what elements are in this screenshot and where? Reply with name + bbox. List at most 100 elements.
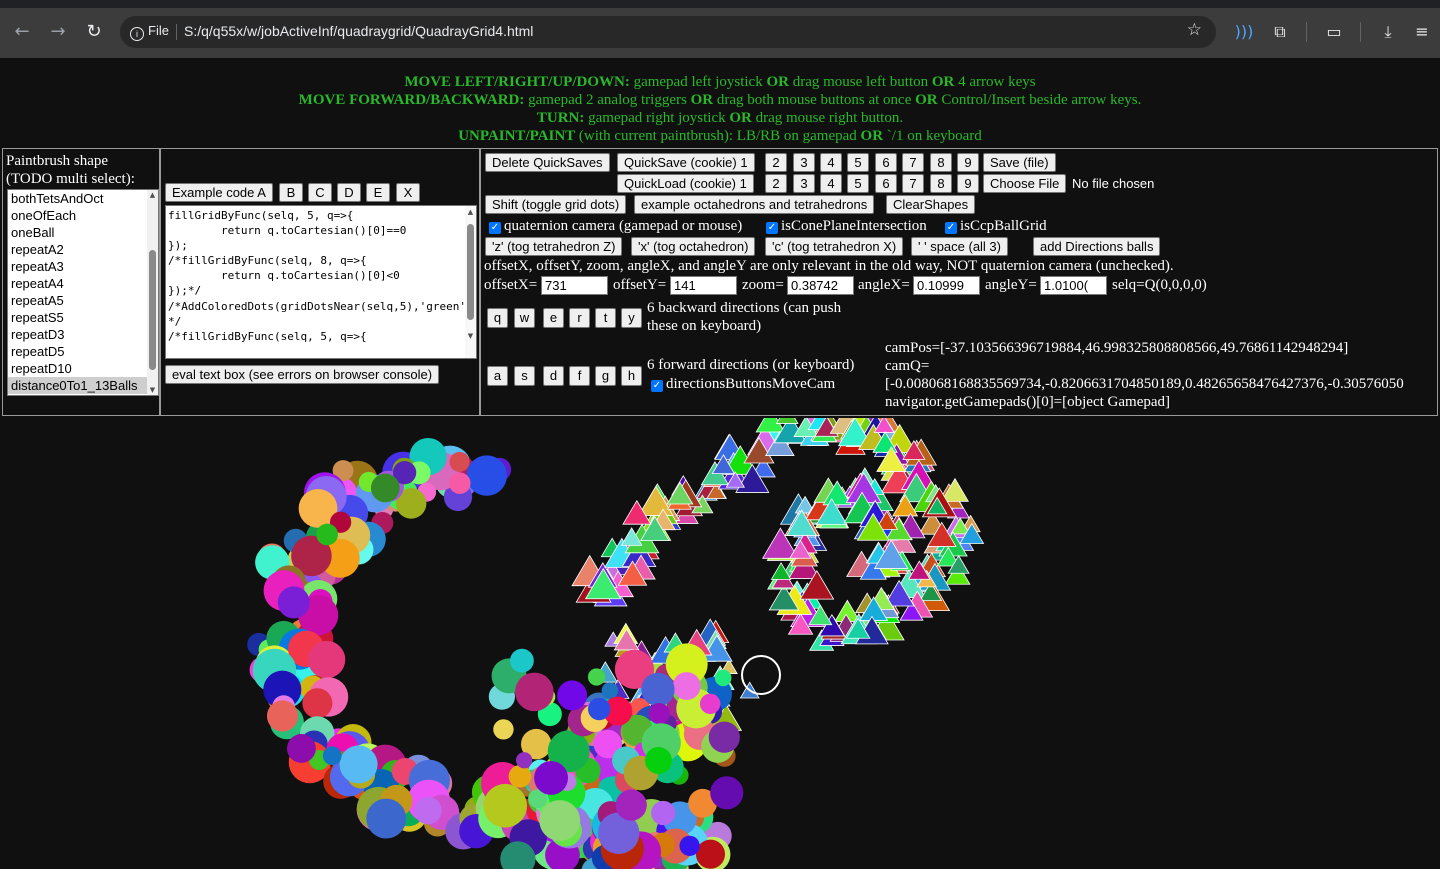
quicksave-button[interactable]: QuickSave (cookie) 1: [617, 153, 755, 172]
quicksave-slot-button[interactable]: 7: [902, 153, 924, 172]
example-code-c-button[interactable]: C: [308, 183, 332, 202]
offset-x-input[interactable]: 731: [541, 276, 608, 295]
reload-icon[interactable]: ↻: [82, 20, 106, 44]
checkbox-checked-icon[interactable]: ✓: [489, 222, 501, 234]
instruction-line: MOVE FORWARD/BACKWARD: gamepad 2 analog …: [298, 92, 1142, 108]
star-icon[interactable]: ☆: [1187, 20, 1202, 40]
paintbrush-option[interactable]: repeatD5: [8, 343, 158, 360]
checkbox-checked-icon[interactable]: ✓: [945, 222, 957, 234]
save-file-button[interactable]: Save (file): [983, 153, 1056, 172]
offset-y-input[interactable]: 141: [670, 276, 737, 295]
example-code-x-button[interactable]: X: [396, 183, 420, 202]
quickload-slot-button[interactable]: 4: [820, 174, 842, 193]
backward-direction-key[interactable]: q: [487, 308, 508, 328]
scroll-up-icon[interactable]: ▲: [148, 191, 157, 199]
paintbrush-option[interactable]: repeatD3: [8, 326, 158, 343]
forward-direction-key[interactable]: f: [569, 366, 590, 386]
example-octahedrons-button[interactable]: example octahedrons and tetrahedrons: [634, 195, 875, 214]
paintbrush-option[interactable]: oneOfEach: [8, 207, 158, 224]
toggle-all-three-button[interactable]: ' ' space (all 3): [911, 237, 1008, 256]
toggle-tetrahedron-z-button[interactable]: 'z' (tog tetrahedron Z): [485, 237, 623, 256]
paintbrush-scrollbar[interactable]: ▲ ▼: [147, 190, 158, 395]
example-code-a-button[interactable]: Example code A: [165, 183, 273, 202]
forward-direction-key[interactable]: s: [514, 366, 535, 386]
forward-direction-key[interactable]: h: [621, 366, 642, 386]
quickload-slot-button[interactable]: 5: [847, 174, 869, 193]
site-info-button[interactable]: i File: [130, 23, 169, 41]
backward-direction-key[interactable]: r: [569, 308, 590, 328]
code-textarea[interactable]: fillGridByFunc(selq, 5, q=>{ return q.to…: [165, 205, 477, 359]
toggle-tetrahedron-x-button[interactable]: 'c' (tog tetrahedron X): [765, 237, 904, 256]
paintbrush-option[interactable]: repeatA4: [8, 275, 158, 292]
quickload-button[interactable]: QuickLoad (cookie) 1: [617, 174, 754, 193]
backward-direction-key[interactable]: w: [514, 308, 535, 328]
is-cone-plane-intersection-checkbox[interactable]: ✓ isConePlaneIntersection: [766, 217, 927, 235]
quicksave-slot-button[interactable]: 5: [847, 153, 869, 172]
checkbox-checked-icon[interactable]: ✓: [766, 222, 778, 234]
forward-direction-key[interactable]: g: [595, 366, 616, 386]
address-bar[interactable]: i File S:/q/q55x/w/jobActiveInf/quadraygr…: [120, 16, 1216, 48]
url-text[interactable]: S:/q/q55x/w/jobActiveInf/quadraygrid/Qua…: [184, 23, 533, 39]
checkbox-checked-icon[interactable]: ✓: [651, 380, 663, 392]
shift-toggle-grid-dots-button[interactable]: Shift (toggle grid dots): [485, 195, 627, 214]
paintbrush-option[interactable]: repeatA2: [8, 241, 158, 258]
quicksave-slot-button[interactable]: 8: [930, 153, 952, 172]
paintbrush-option[interactable]: repeatA5: [8, 292, 158, 309]
angle-x-input[interactable]: 0.10999: [913, 276, 980, 295]
code-scrollbar[interactable]: ▲ ▼: [465, 206, 476, 358]
quickload-slot-button[interactable]: 7: [902, 174, 924, 193]
backward-direction-key[interactable]: t: [595, 308, 616, 328]
paintbrush-option[interactable]: oneBall: [8, 224, 158, 241]
paintbrush-option[interactable]: repeatA3: [8, 258, 158, 275]
quicksave-slot-button[interactable]: 6: [875, 153, 897, 172]
quaternion-camera-checkbox[interactable]: ✓ quaternion camera (gamepad or mouse): [489, 217, 742, 235]
toggle-octahedron-button[interactable]: 'x' (tog octahedron): [631, 237, 756, 256]
scroll-down-icon[interactable]: ▼: [466, 332, 475, 340]
downloads-icon[interactable]: ⤓: [1376, 20, 1400, 44]
paintbrush-option[interactable]: bothTetsAndOct: [8, 190, 158, 207]
example-code-d-button[interactable]: D: [337, 183, 361, 202]
quicksave-slot-button[interactable]: 9: [957, 153, 979, 172]
quickload-slot-button[interactable]: 6: [875, 174, 897, 193]
quicksave-slot-button[interactable]: 4: [820, 153, 842, 172]
paintbrush-select[interactable]: bothTetsAndOct oneOfEach oneBall repeatA2 re…: [7, 189, 159, 396]
forward-direction-key[interactable]: d: [543, 366, 564, 386]
zoom-input[interactable]: 0.38742: [787, 276, 854, 295]
ball: [339, 745, 378, 784]
paintbrush-option[interactable]: repeatD10: [8, 360, 158, 377]
ball: [714, 669, 732, 687]
extensions-icon[interactable]: ⧉: [1268, 20, 1292, 44]
selection-cursor-icon: [741, 655, 781, 695]
paintbrush-panel: Paintbrush shape (TODO multi select): bo…: [2, 148, 160, 416]
scroll-up-icon[interactable]: ▲: [466, 208, 475, 216]
example-code-e-button[interactable]: E: [366, 183, 390, 202]
forward-direction-key[interactable]: a: [487, 366, 508, 386]
quickload-slot-button[interactable]: 3: [793, 174, 815, 193]
menu-icon[interactable]: ≡: [1410, 20, 1434, 44]
quicksave-slot-button[interactable]: 3: [793, 153, 815, 172]
is-ccp-ball-grid-checkbox[interactable]: ✓ isCcpBallGrid: [945, 217, 1047, 235]
forward-icon[interactable]: →: [46, 20, 70, 44]
split-screen-icon[interactable]: ▭: [1322, 20, 1346, 44]
example-code-b-button[interactable]: B: [279, 183, 303, 202]
quicksave-slot-button[interactable]: 2: [765, 153, 787, 172]
add-directions-balls-button[interactable]: add Directions balls: [1033, 237, 1161, 256]
quickload-slot-button[interactable]: 9: [957, 174, 979, 193]
backward-direction-key[interactable]: e: [543, 308, 564, 328]
backward-direction-key[interactable]: y: [621, 308, 642, 328]
read-aloud-icon[interactable]: ))): [1232, 20, 1256, 44]
angle-y-input[interactable]: 1.0100(: [1040, 276, 1107, 295]
directions-buttons-move-cam-checkbox[interactable]: ✓ directionsButtonsMoveCam: [651, 375, 835, 393]
delete-quicksaves-button[interactable]: Delete QuickSaves: [485, 153, 610, 172]
quickload-slot-button[interactable]: 8: [930, 174, 952, 193]
choose-file-button[interactable]: Choose File: [983, 174, 1067, 193]
quickload-slot-button[interactable]: 2: [765, 174, 787, 193]
ball: [516, 752, 533, 769]
clear-shapes-button[interactable]: ClearShapes: [886, 195, 976, 214]
eval-text-box-button[interactable]: eval text box (see errors on browser con…: [165, 365, 440, 384]
back-icon[interactable]: ←: [10, 20, 34, 44]
paintbrush-option[interactable]: repeatS5: [8, 309, 158, 326]
quadray-grid-canvas[interactable]: [0, 418, 1440, 869]
scroll-down-icon[interactable]: ▼: [148, 386, 157, 394]
paintbrush-option[interactable]: distance0To1_13Balls: [8, 377, 158, 394]
